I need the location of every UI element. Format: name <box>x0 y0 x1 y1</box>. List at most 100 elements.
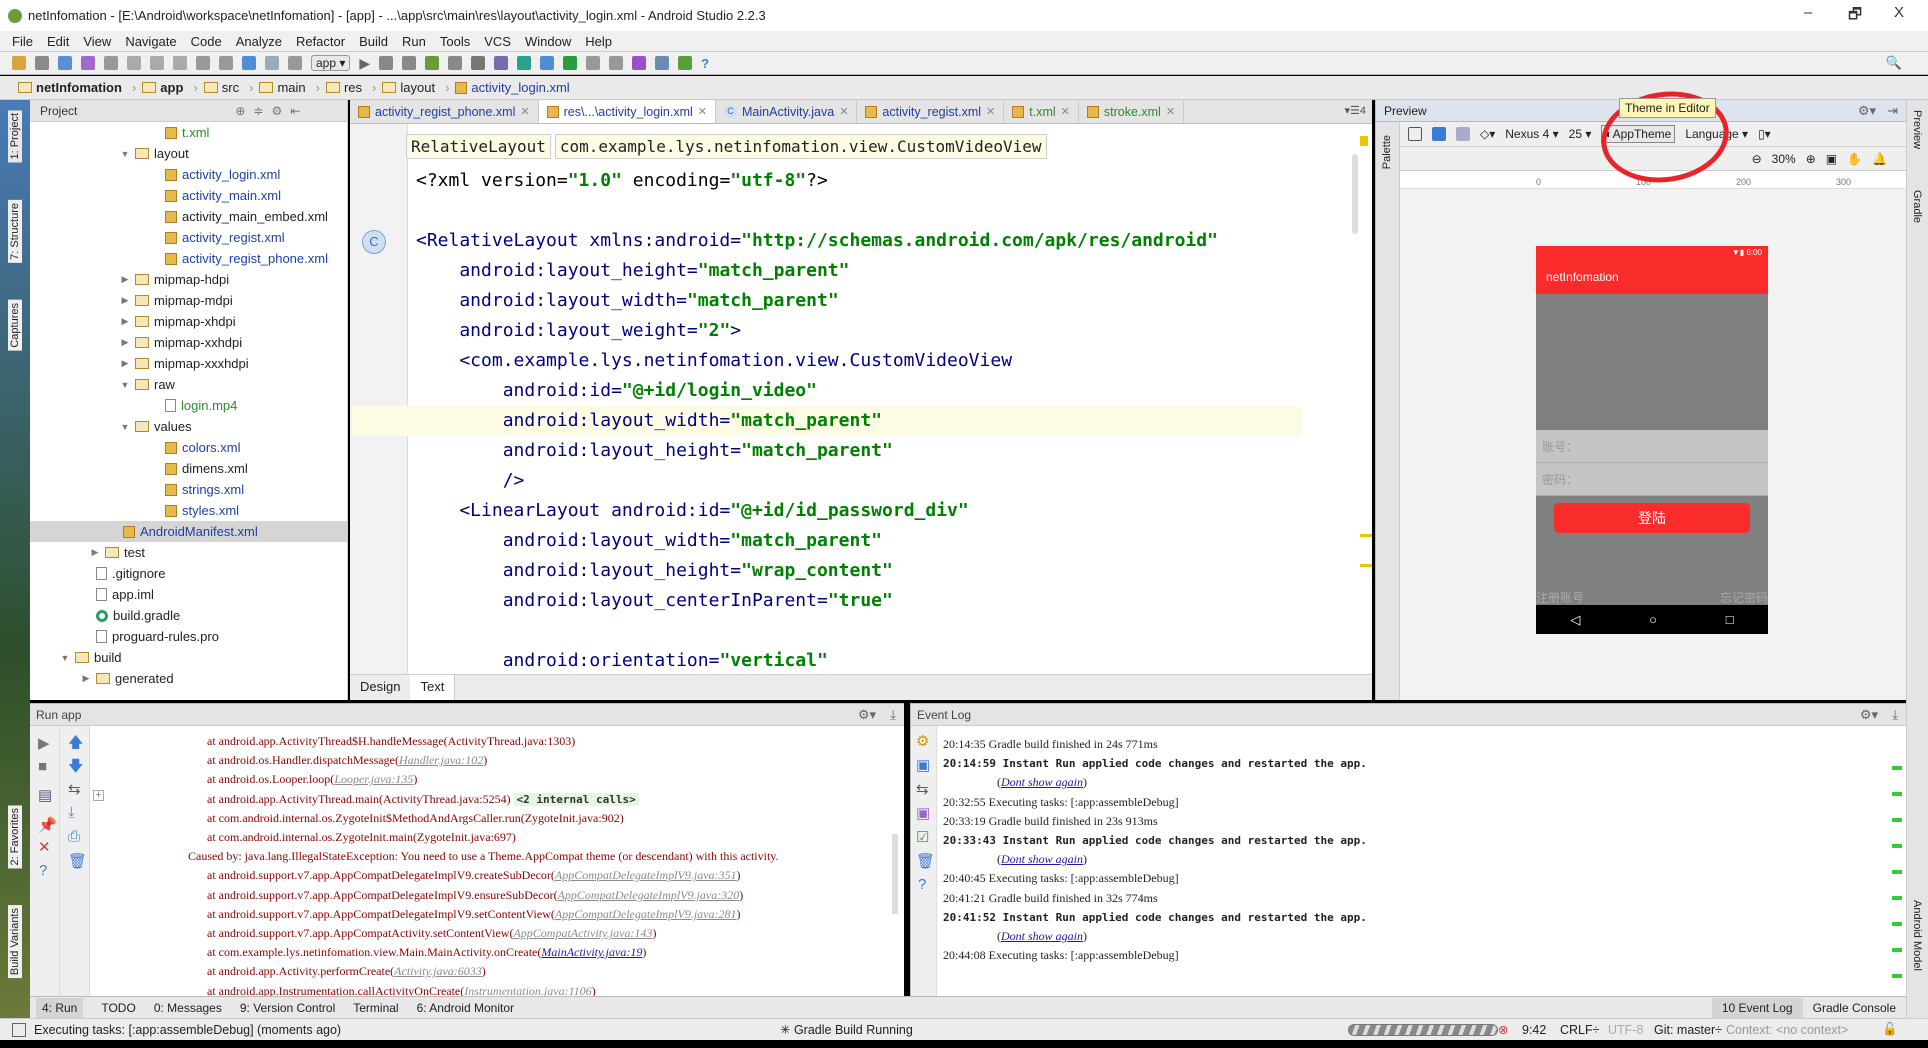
source-link[interactable]: AppCompatActivity.java:143 <box>513 926 652 940</box>
stop-icon[interactable] <box>471 56 486 70</box>
replace-icon[interactable] <box>219 56 233 70</box>
editor-tab[interactable]: t.xml ✕ <box>1004 100 1079 123</box>
warning-stripe[interactable] <box>1360 534 1372 537</box>
back-icon[interactable] <box>242 56 256 70</box>
menu-file[interactable]: File <box>12 34 33 49</box>
class-marker-icon[interactable]: C <box>362 230 386 254</box>
close-tab-icon[interactable]: ✕ <box>986 105 995 118</box>
code-editor[interactable]: C 💡 RelativeLayout com.example.lys.netin… <box>350 124 1372 674</box>
text-tab[interactable]: Text <box>410 675 456 700</box>
project-view-select[interactable]: Project <box>40 104 77 118</box>
tool-tab--version-control[interactable]: 9: Version Control <box>240 1001 335 1015</box>
settings-icon[interactable]: ⚙ <box>916 732 929 750</box>
xml-breadcrumb-item[interactable]: com.example.lys.netinfomation.view.Custo… <box>554 134 1047 159</box>
context-indicator[interactable]: Context: <no context> <box>1726 1023 1848 1037</box>
project-tree-item[interactable]: ▼ layout <box>30 143 347 164</box>
vcs-update-icon[interactable] <box>540 56 555 70</box>
collapsed-arrow-icon[interactable]: ▶ <box>120 295 130 306</box>
menu-run[interactable]: Run <box>402 34 426 49</box>
print-icon[interactable]: ⎙ <box>68 828 80 845</box>
event-log-settings-icon[interactable]: ⚙▾ <box>1860 707 1878 723</box>
tool-tab--event-log[interactable]: 10 Event Log <box>1711 998 1803 1018</box>
dont-show-again-link[interactable]: Dont show again <box>1001 775 1083 789</box>
sync-icon[interactable] <box>58 56 72 70</box>
layout-icon[interactable]: ▤ <box>38 786 52 804</box>
apply-changes-icon[interactable] <box>425 56 440 70</box>
tool-tab-todo[interactable]: TODO <box>101 1001 135 1015</box>
collapsed-arrow-icon[interactable]: ▶ <box>120 274 130 285</box>
open-icon[interactable] <box>12 56 26 70</box>
zoom-in-icon[interactable]: ⊕ <box>1806 152 1816 166</box>
debug-icon[interactable] <box>379 56 394 70</box>
tool-tab-terminal[interactable]: Terminal <box>353 1001 398 1015</box>
editor-tab[interactable]: activity_regist.xml ✕ <box>857 100 1005 123</box>
stop-icon[interactable]: ■ <box>38 758 47 775</box>
help-icon[interactable]: ? <box>918 876 926 893</box>
collapsed-arrow-icon[interactable]: ▶ <box>120 316 130 327</box>
tool-tab--messages[interactable]: 0: Messages <box>154 1001 222 1015</box>
tool-tab--run[interactable]: 4: Run <box>36 997 84 1018</box>
menu-edit[interactable]: Edit <box>47 34 69 49</box>
editor-tab[interactable]: res\...\activity_login.xml ✕ <box>538 100 717 123</box>
menu-help[interactable]: Help <box>585 34 612 49</box>
scroll-to-end-icon[interactable]: ▣ <box>916 804 930 822</box>
menu-analyze[interactable]: Analyze <box>236 34 282 49</box>
build-icon[interactable] <box>288 56 302 70</box>
collapsed-arrow-icon[interactable]: ▶ <box>120 358 130 369</box>
up-arrow-icon[interactable]: 🡅 <box>68 732 83 757</box>
expanded-arrow-icon[interactable]: ▼ <box>120 422 130 432</box>
help-icon[interactable]: ? <box>701 56 709 71</box>
collapsed-arrow-icon[interactable]: ▶ <box>81 673 91 684</box>
close-tab-icon[interactable]: ✕ <box>1166 105 1175 118</box>
run-hide-icon[interactable]: ⤓ <box>890 707 896 723</box>
hide-panel-icon[interactable]: ⇥ <box>1887 103 1898 119</box>
menu-build[interactable]: Build <box>359 34 388 49</box>
project-tree-item[interactable]: strings.xml <box>30 479 347 500</box>
minimize-button[interactable]: – <box>1804 4 1812 21</box>
project-tree-item[interactable]: proguard-rules.pro <box>30 626 347 647</box>
breadcrumb-item[interactable]: main <box>259 80 320 95</box>
project-tree-item[interactable]: AndroidManifest.xml <box>30 521 347 542</box>
project-tree-item[interactable]: ▶ mipmap-hdpi <box>30 269 347 290</box>
copy-icon[interactable] <box>150 56 164 70</box>
both-view-icon[interactable] <box>1456 127 1470 141</box>
preview-settings-icon[interactable]: ⚙▾ <box>1858 103 1876 119</box>
zoom-fit-icon[interactable]: ▣ <box>1826 152 1837 166</box>
project-tree-item[interactable]: activity_regist_phone.xml <box>30 248 347 269</box>
settings-gear-icon[interactable]: ⚙ <box>271 104 282 118</box>
menu-window[interactable]: Window <box>525 34 571 49</box>
rerun-icon[interactable]: ▶ <box>38 734 50 752</box>
source-link[interactable]: AppCompatDelegateImplV9.java:281 <box>555 907 737 921</box>
vcs-commit-icon[interactable] <box>563 56 578 70</box>
undo-icon[interactable] <box>81 56 95 70</box>
login-button[interactable]: 登陆 <box>1554 503 1750 533</box>
project-tree-item[interactable]: activity_login.xml <box>30 164 347 185</box>
download-icon[interactable] <box>678 56 693 70</box>
breadcrumb-item[interactable]: app <box>142 80 197 95</box>
attach-debugger-icon[interactable] <box>448 56 463 70</box>
tab-overflow-button[interactable]: ▾☰4 <box>1344 104 1366 117</box>
pan-icon[interactable]: ✋ <box>1847 152 1862 166</box>
tool-tab--android-monitor[interactable]: 6: Android Monitor <box>417 1001 514 1015</box>
hide-icon[interactable]: ⇤ <box>290 104 300 118</box>
lock-icon[interactable]: 🔓 <box>1882 1022 1898 1037</box>
captures-tool-tab[interactable]: Captures <box>8 300 22 351</box>
expanded-arrow-icon[interactable]: ▼ <box>120 149 130 159</box>
blueprint-view-icon[interactable] <box>1432 127 1446 141</box>
preview-tool-tab[interactable]: Preview <box>1911 110 1923 149</box>
close-tab-icon[interactable]: ✕ <box>698 105 707 118</box>
run-config-select[interactable]: app ▾ <box>311 55 351 71</box>
project-tree-item[interactable]: dimens.xml <box>30 458 347 479</box>
balloon-icon[interactable]: ▣ <box>916 756 930 774</box>
search-everywhere-icon[interactable]: 🔍 <box>1886 55 1902 71</box>
project-tree-item[interactable]: ▼ build <box>30 647 347 668</box>
register-link[interactable]: 注册账号 <box>1536 589 1584 606</box>
build-variants-tool-tab[interactable]: Build Variants <box>8 905 22 979</box>
avd-manager-icon[interactable] <box>494 56 509 70</box>
project-tree-item[interactable]: ▶ generated <box>30 668 347 689</box>
project-structure-icon[interactable] <box>655 56 670 70</box>
breadcrumb-item[interactable]: layout <box>382 80 449 95</box>
soft-wrap-icon[interactable]: ⇆ <box>68 780 81 798</box>
cursor-position[interactable]: 9:42 <box>1522 1023 1546 1037</box>
api-level-select[interactable]: 25 ▾ <box>1569 127 1592 141</box>
